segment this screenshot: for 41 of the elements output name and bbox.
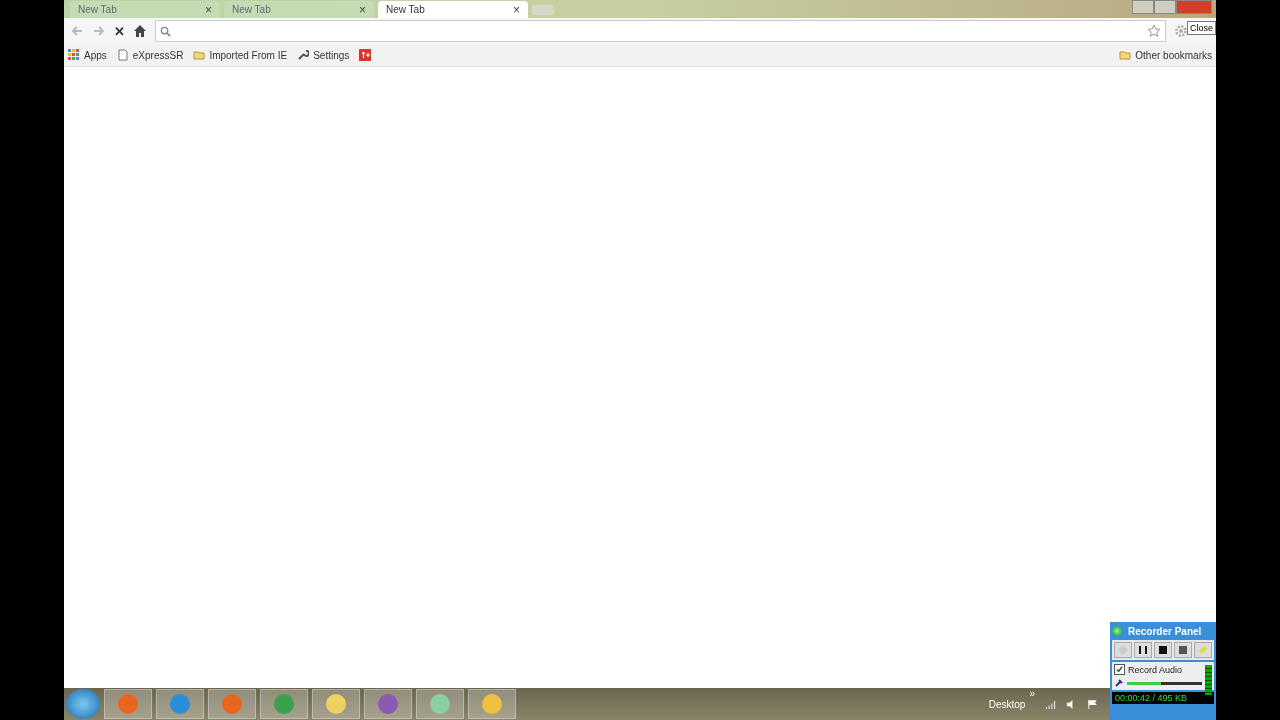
other-bookmarks[interactable]: Other bookmarks	[1119, 49, 1212, 61]
microphone-icon	[1114, 678, 1124, 688]
stop-button[interactable]	[1154, 642, 1172, 658]
minimize-button[interactable]	[1132, 0, 1154, 14]
settings-icon[interactable]	[1174, 24, 1188, 38]
bookmark[interactable]: Settings	[297, 49, 350, 61]
star-icon[interactable]	[1147, 24, 1161, 38]
home-icon[interactable]	[133, 24, 147, 38]
volume-slider[interactable]	[1127, 681, 1202, 685]
wrench-icon	[297, 49, 310, 61]
checkbox[interactable]	[1114, 664, 1125, 675]
browser-tab[interactable]: New Tab ×	[378, 1, 528, 18]
google-plus-bookmark[interactable]	[359, 49, 372, 61]
network-icon[interactable]	[1045, 698, 1056, 710]
chevron-label[interactable]: »	[1029, 688, 1035, 699]
maximize-button[interactable]	[1154, 0, 1176, 14]
address-bar[interactable]	[155, 20, 1166, 42]
close-button[interactable]	[1176, 0, 1212, 14]
forward-icon[interactable]	[92, 24, 106, 38]
pause-button[interactable]	[1134, 642, 1152, 658]
apps-grid-icon	[68, 49, 80, 61]
bookmark[interactable]: Apps	[68, 49, 107, 61]
browser-tab[interactable]: New Tab ×	[70, 1, 220, 18]
tooltip: Close	[1187, 21, 1216, 35]
back-icon[interactable]	[70, 24, 84, 38]
panel-title: Recorder Panel	[1128, 625, 1202, 637]
page-icon	[116, 49, 129, 61]
google-plus-icon	[359, 49, 372, 61]
checkbox-label: Record Audio	[1128, 664, 1183, 675]
folder-icon	[1119, 49, 1132, 61]
bookmark[interactable]: Imported From IE	[193, 49, 288, 61]
desktop-label[interactable]: Desktop	[988, 698, 1026, 710]
folder-icon	[193, 49, 206, 61]
flag-icon[interactable]	[1087, 698, 1098, 710]
level-meter	[1205, 665, 1212, 695]
stop-button[interactable]: ✕	[114, 23, 125, 39]
globe-icon	[1112, 626, 1122, 636]
browser-tab[interactable]: New Tab ×	[224, 1, 374, 18]
timer-display: 00:00:42 / 495 KB	[1112, 692, 1214, 704]
search-icon	[160, 25, 171, 37]
bookmark[interactable]: eXpressSR	[116, 49, 184, 61]
